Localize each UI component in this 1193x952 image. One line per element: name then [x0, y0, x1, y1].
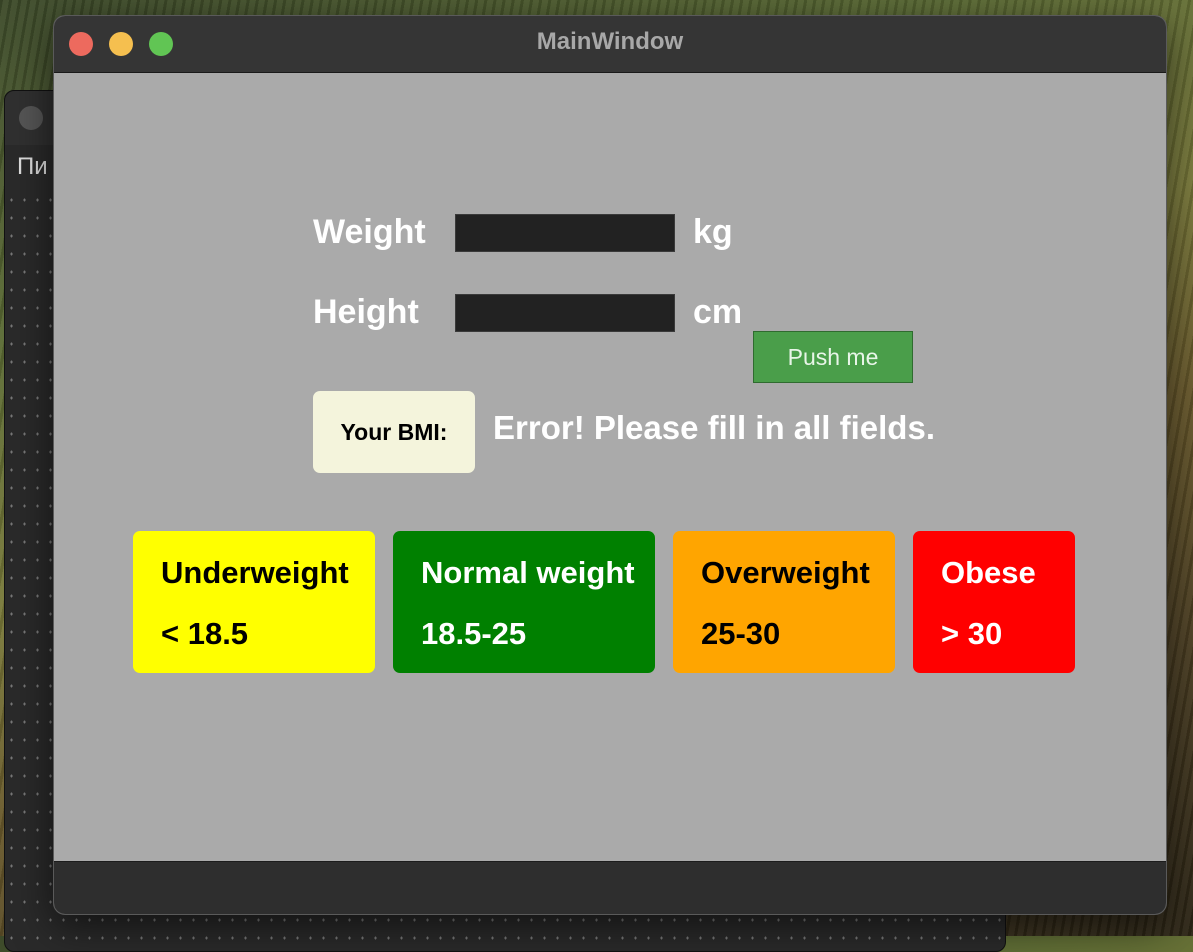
weight-label: Weight — [313, 213, 426, 251]
background-window-close-icon[interactable] — [19, 106, 43, 130]
category-name: Underweight — [161, 555, 349, 590]
category-range: 18.5-25 — [421, 616, 527, 651]
main-window: MainWindow Weight kg Height cm Push me Y… — [53, 15, 1167, 915]
category-name: Obese — [941, 555, 1036, 590]
category-normal-weight: Normal weight 18.5-25 — [393, 531, 655, 673]
category-range: > 30 — [941, 616, 1003, 651]
category-obese: Obese > 30 — [913, 531, 1075, 673]
bmi-result-message: Error! Please fill in all fields. — [493, 409, 935, 446]
push-me-button[interactable]: Push me — [753, 331, 913, 383]
weight-unit-label: kg — [693, 213, 733, 251]
category-overweight: Overweight 25-30 — [673, 531, 895, 673]
category-underweight: Underweight < 18.5 — [133, 531, 375, 673]
background-window-menu-item[interactable]: Пи — [17, 153, 48, 181]
window-title: MainWindow — [536, 28, 684, 55]
weight-input[interactable] — [455, 214, 675, 252]
height-input[interactable] — [455, 294, 675, 332]
height-unit-label: cm — [693, 293, 743, 331]
status-bar — [54, 861, 1166, 914]
title-bar[interactable]: MainWindow — [54, 16, 1166, 73]
category-range: 25-30 — [701, 616, 781, 651]
category-name: Normal weight — [421, 555, 635, 590]
bmi-label-box: Your BMI: — [313, 391, 475, 473]
category-name: Overweight — [701, 555, 870, 590]
height-label: Height — [313, 293, 419, 331]
category-range: < 18.5 — [161, 616, 249, 651]
